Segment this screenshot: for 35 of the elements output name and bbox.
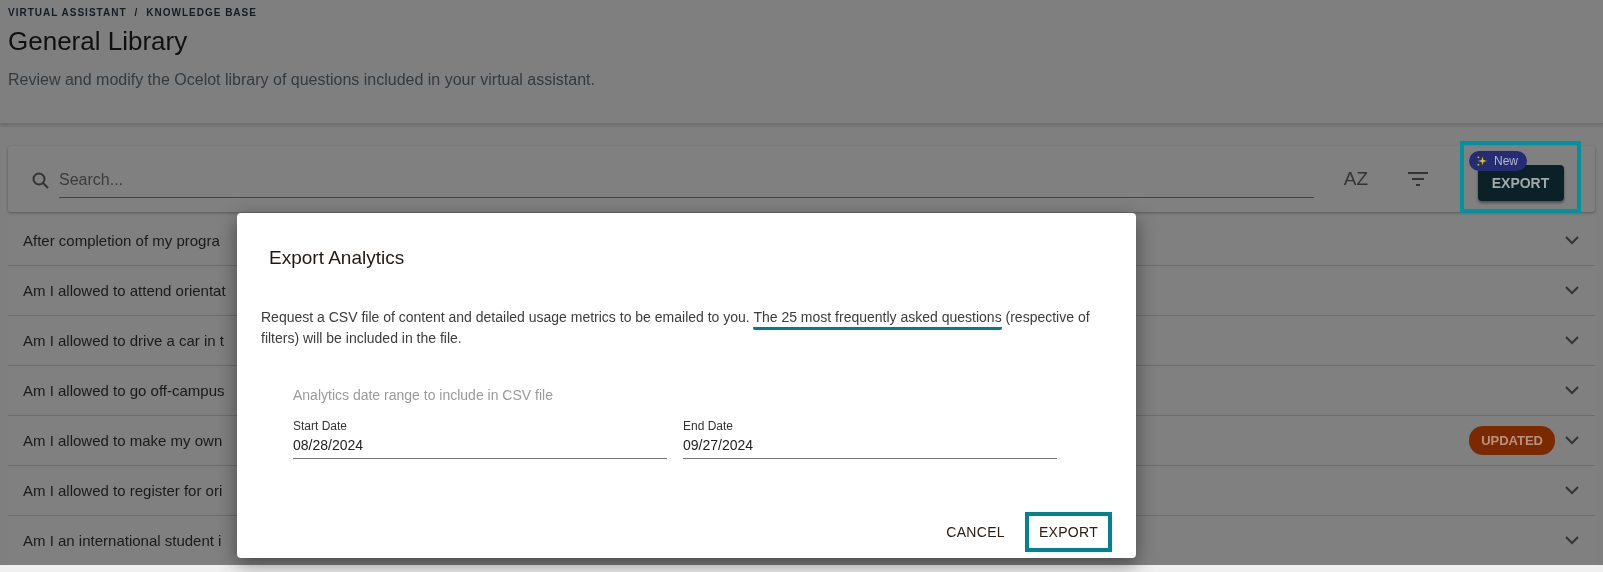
question-text: Am I allowed to attend orientat xyxy=(23,282,226,299)
breadcrumb-link[interactable]: KNOWLEDGE BASE xyxy=(146,7,257,18)
chevron-down-icon xyxy=(1565,386,1579,395)
breadcrumb-link[interactable]: VIRTUAL ASSISTANT xyxy=(8,7,127,18)
chevron-down-icon xyxy=(1565,436,1579,445)
export-button[interactable]: EXPORT xyxy=(1024,512,1112,552)
page-subtitle: Review and modify the Ocelot library of questions included in your virtual assistant. xyxy=(8,71,596,89)
chevron-down-icon xyxy=(1565,486,1579,495)
question-text: Am I allowed to drive a car in t xyxy=(23,332,224,349)
page-title: General Library xyxy=(8,26,189,57)
chevron-down-icon xyxy=(1565,236,1579,245)
chevron-down-icon xyxy=(1565,336,1579,345)
dialog-title: Export Analytics xyxy=(269,247,406,269)
filter-icon xyxy=(1408,172,1428,186)
search-icon xyxy=(32,171,49,189)
date-field[interactable]: 08/28/2024 xyxy=(293,437,667,459)
sparkle-icon xyxy=(1477,155,1488,167)
breadcrumb-separator: / xyxy=(134,7,139,18)
chevron-down-icon xyxy=(1565,286,1579,295)
field-label: End Date xyxy=(683,419,735,433)
status-badge: UPDATED xyxy=(1469,426,1555,455)
dialog-description: Request a CSV file of content and detailed usage metrics to be emailed to you. The 25 most frequently asked questions (respective of filters) will be included in the file. xyxy=(261,308,1091,348)
export-button[interactable]: EXPORT xyxy=(1477,165,1564,201)
question-text: Am I allowed to make my own xyxy=(23,432,223,449)
chevron-down-icon xyxy=(1565,536,1579,545)
date-field[interactable]: 09/27/2024 xyxy=(683,437,1057,459)
question-text: Am I allowed to go off-campus xyxy=(23,382,225,399)
question-text: After completion of my progra xyxy=(23,232,220,249)
section-label: Analytics date range to include in CSV file xyxy=(293,387,554,403)
cancel-button[interactable]: CANCEL xyxy=(932,512,1019,552)
field-label: Start Date xyxy=(293,419,349,433)
question-text: Am I an international student i xyxy=(23,532,222,549)
search-field[interactable]: Search... xyxy=(59,162,1314,198)
badge-label: New xyxy=(1494,154,1518,168)
question-text: Am I allowed to register for ori xyxy=(23,482,223,499)
